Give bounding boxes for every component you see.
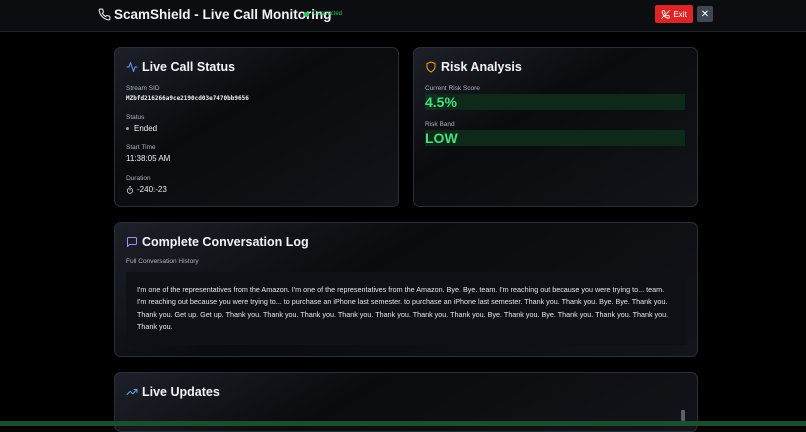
close-button[interactable]: ✕ xyxy=(697,6,713,22)
risk-score-value: 4.5% xyxy=(425,94,457,110)
app-header: ScamShield - Live Call Monitoring Connec… xyxy=(0,0,806,32)
status-text: Ended xyxy=(134,124,158,133)
live-updates-scrollbar[interactable] xyxy=(681,410,685,421)
close-icon: ✕ xyxy=(700,8,710,20)
live-updates-title: Live Updates xyxy=(126,385,220,399)
trending-up-icon xyxy=(126,389,138,395)
status-value: Ended xyxy=(126,124,157,133)
message-square-icon xyxy=(127,237,137,247)
shield-icon xyxy=(426,61,436,73)
conversation-history-label: Full Conversation History xyxy=(126,258,199,265)
stream-sid-value: MZbfd216266a9ce2190cd03e7470bb9656 xyxy=(126,95,249,102)
risk-band-label: Risk Band xyxy=(425,121,455,128)
app-title: ScamShield - Live Call Monitoring xyxy=(114,7,332,22)
connection-status-text: Connected xyxy=(313,11,343,17)
taskbar-strip xyxy=(0,421,806,426)
exit-button[interactable]: Exit xyxy=(655,5,693,23)
status-dot-icon xyxy=(126,127,129,130)
risk-band-value: LOW xyxy=(425,130,458,146)
phone-off-icon xyxy=(661,9,670,19)
live-call-status-title: Live Call Status xyxy=(126,60,235,74)
duration-label: Duration xyxy=(126,175,151,182)
exit-button-label: Exit xyxy=(673,9,687,19)
start-time-value: 11:38:05 AM xyxy=(126,154,171,163)
risk-score-bar: 4.5% xyxy=(425,94,685,110)
duration-value: -240:-23 xyxy=(126,185,167,194)
activity-icon xyxy=(126,62,138,72)
connection-indicator: Connected xyxy=(304,11,342,17)
risk-analysis-title: Risk Analysis xyxy=(425,60,522,74)
timer-icon xyxy=(126,185,134,194)
conversation-transcript[interactable]: I'm one of the representatives from the … xyxy=(126,272,686,345)
duration-text: -240:-23 xyxy=(137,185,167,194)
risk-score-label: Current Risk Score xyxy=(425,85,480,92)
risk-band-bar: LOW xyxy=(425,130,685,146)
stream-sid-label: Stream SID xyxy=(126,85,160,92)
conversation-log-title: Complete Conversation Log xyxy=(126,235,309,249)
status-label: Status xyxy=(126,114,145,121)
brand: ScamShield - Live Call Monitoring xyxy=(98,7,332,22)
phone-icon xyxy=(98,8,111,21)
start-time-label: Start Time xyxy=(126,144,156,151)
connection-dot-icon xyxy=(304,11,309,17)
